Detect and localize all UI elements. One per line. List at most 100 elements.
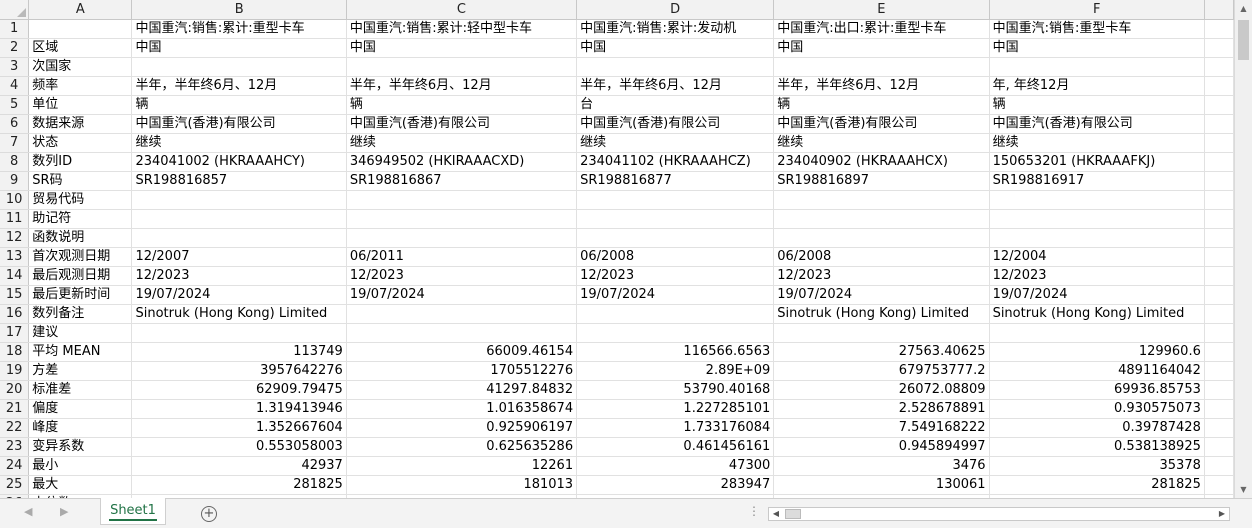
cell-d[interactable]: 12/2023: [576, 266, 775, 286]
row-header[interactable]: 13: [0, 247, 30, 267]
cell-e[interactable]: 中国重汽(香港)有限公司: [773, 114, 990, 134]
row-header[interactable]: 25: [0, 475, 30, 495]
cell-c[interactable]: 中国重汽:销售:累计:轻中型卡车: [346, 19, 578, 39]
cell-d[interactable]: [576, 209, 775, 229]
cell-c[interactable]: 66009.46154: [346, 342, 578, 362]
cell-b[interactable]: Sinotruk (Hong Kong) Limited: [131, 304, 347, 324]
cell-g[interactable]: [1204, 190, 1234, 210]
cell-c[interactable]: [346, 57, 578, 77]
row-header[interactable]: 14: [0, 266, 30, 286]
horizontal-scrollbar[interactable]: ◀ ▶: [768, 507, 1230, 521]
row-header[interactable]: 15: [0, 285, 30, 305]
cell-a[interactable]: 数列备注: [28, 304, 133, 324]
cell-d[interactable]: SR198816877: [576, 171, 775, 191]
cell-a[interactable]: SR码: [28, 171, 133, 191]
cell-c[interactable]: 中国: [346, 38, 578, 58]
prev-sheet-arrow-icon[interactable]: ◀: [24, 505, 32, 518]
cell-e[interactable]: [773, 228, 990, 248]
row-header[interactable]: 11: [0, 209, 30, 229]
cell-a[interactable]: 偏度: [28, 399, 133, 419]
cell-b[interactable]: 1.319413946: [131, 399, 347, 419]
cell-d[interactable]: 1.227285101: [576, 399, 775, 419]
cell-f[interactable]: [989, 228, 1205, 248]
cell-f[interactable]: SR198816917: [989, 171, 1205, 191]
cell-e[interactable]: 继续: [773, 133, 990, 153]
cell-b[interactable]: 0.553058003: [131, 437, 347, 457]
cell-e[interactable]: 0.945894997: [773, 437, 990, 457]
cell-e[interactable]: [773, 57, 990, 77]
cell-d[interactable]: [576, 228, 775, 248]
cell-g[interactable]: [1204, 342, 1234, 362]
cell-a[interactable]: 变异系数: [28, 437, 133, 457]
cell-f[interactable]: 69936.85753: [989, 380, 1205, 400]
cell-c[interactable]: 0.925906197: [346, 418, 578, 438]
vertical-scroll-thumb[interactable]: [1238, 20, 1249, 60]
cell-e[interactable]: 半年，半年终6月、12月: [773, 76, 990, 96]
cell-d[interactable]: 53790.40168: [576, 380, 775, 400]
cell-d[interactable]: [576, 304, 775, 324]
cell-d[interactable]: 0.461456161: [576, 437, 775, 457]
cell-e[interactable]: 3476: [773, 456, 990, 476]
cell-b[interactable]: SR198816857: [131, 171, 347, 191]
cell-g[interactable]: [1204, 285, 1234, 305]
cell-b[interactable]: 113749: [131, 342, 347, 362]
cell-b[interactable]: 中国重汽:销售:累计:重型卡车: [131, 19, 347, 39]
cell-f[interactable]: 0.538138925: [989, 437, 1205, 457]
cell-a[interactable]: 状态: [28, 133, 133, 153]
cell-d[interactable]: [576, 323, 775, 343]
next-sheet-arrow-icon[interactable]: ▶: [60, 505, 68, 518]
cell-f[interactable]: [989, 323, 1205, 343]
row-header[interactable]: 16: [0, 304, 30, 324]
cell-g[interactable]: [1204, 76, 1234, 96]
cell-g[interactable]: [1204, 380, 1234, 400]
row-header[interactable]: 4: [0, 76, 30, 96]
row-header[interactable]: 7: [0, 133, 30, 153]
cell-f[interactable]: 281825: [989, 475, 1205, 495]
cell-b[interactable]: 12/2023: [131, 266, 347, 286]
row-header[interactable]: 8: [0, 152, 30, 172]
cell-f[interactable]: [989, 57, 1205, 77]
row-header[interactable]: 23: [0, 437, 30, 457]
scroll-up-arrow-icon[interactable]: ▲: [1235, 0, 1252, 17]
cell-d[interactable]: 中国重汽:销售:累计:发动机: [576, 19, 775, 39]
cell-f[interactable]: 继续: [989, 133, 1205, 153]
cell-b[interactable]: [131, 228, 347, 248]
cell-b[interactable]: [131, 190, 347, 210]
cell-e[interactable]: 辆: [773, 95, 990, 115]
row-header[interactable]: 22: [0, 418, 30, 438]
cell-g[interactable]: [1204, 171, 1234, 191]
cell-g[interactable]: [1204, 19, 1234, 39]
cell-f[interactable]: 19/07/2024: [989, 285, 1205, 305]
cell-g[interactable]: [1204, 418, 1234, 438]
row-header[interactable]: 5: [0, 95, 30, 115]
cell-b[interactable]: 62909.79475: [131, 380, 347, 400]
column-header-c[interactable]: C: [346, 0, 578, 20]
cell-c[interactable]: 41297.84832: [346, 380, 578, 400]
cell-e[interactable]: 26072.08809: [773, 380, 990, 400]
scroll-down-arrow-icon[interactable]: ▼: [1235, 481, 1252, 498]
cell-a[interactable]: 首次观测日期: [28, 247, 133, 267]
cell-c[interactable]: [346, 190, 578, 210]
cell-b[interactable]: 234041002 (HKRAAAHCY): [131, 152, 347, 172]
cell-e[interactable]: 06/2008: [773, 247, 990, 267]
cell-a[interactable]: 区域: [28, 38, 133, 58]
cell-g[interactable]: [1204, 152, 1234, 172]
cell-g[interactable]: [1204, 304, 1234, 324]
cell-c[interactable]: [346, 209, 578, 229]
cell-e[interactable]: 12/2023: [773, 266, 990, 286]
spreadsheet-grid[interactable]: A B C D E F 1 中国重汽:销售:累计:重型卡车 中国重汽:销售:累计:轻…: [0, 0, 1234, 498]
cell-e[interactable]: Sinotruk (Hong Kong) Limited: [773, 304, 990, 324]
cell-c[interactable]: 1705512276: [346, 361, 578, 381]
row-header[interactable]: 20: [0, 380, 30, 400]
cell-g[interactable]: [1204, 57, 1234, 77]
cell-f[interactable]: 12/2023: [989, 266, 1205, 286]
column-header-d[interactable]: D: [576, 0, 775, 20]
cell-b[interactable]: 281825: [131, 475, 347, 495]
cell-a[interactable]: 次国家: [28, 57, 133, 77]
cell-c[interactable]: [346, 323, 578, 343]
cell-d[interactable]: 234041102 (HKRAAAHCZ): [576, 152, 775, 172]
cell-g[interactable]: [1204, 247, 1234, 267]
row-header[interactable]: 10: [0, 190, 30, 210]
sheet-tab-sheet1[interactable]: Sheet1: [100, 498, 166, 525]
cell-g[interactable]: [1204, 133, 1234, 153]
